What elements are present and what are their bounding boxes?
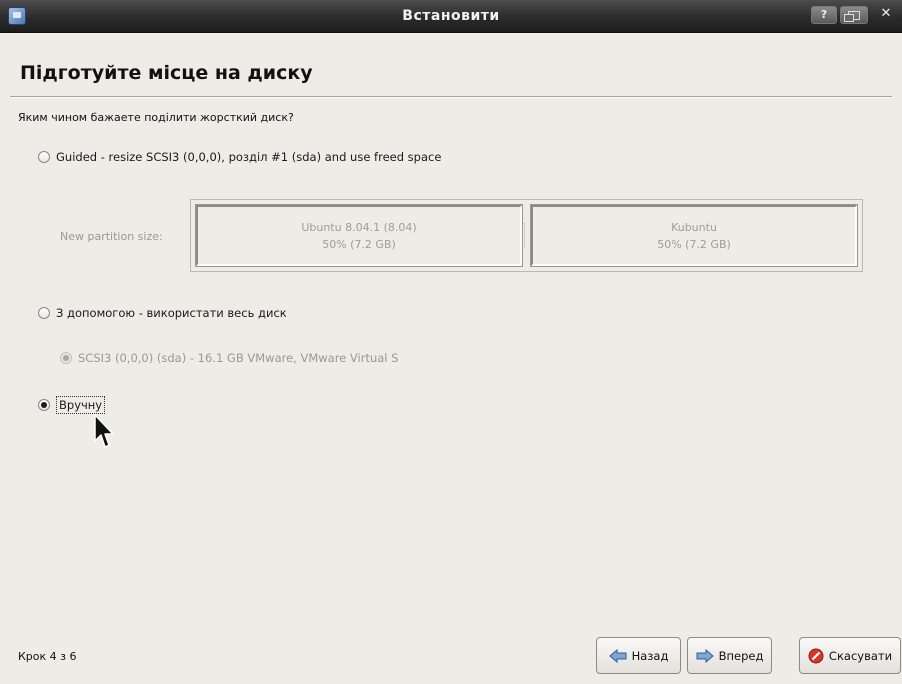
manual-option[interactable]: Вручну — [38, 396, 106, 414]
title-divider — [10, 96, 892, 98]
help-button[interactable]: ? — [811, 6, 837, 24]
guided-resize-label: Guided - resize SCSI3 (0,0,0), розділ #1… — [56, 150, 442, 164]
back-button[interactable]: Назад — [596, 637, 681, 674]
maximize-icon — [844, 11, 860, 22]
mouse-pointer-icon — [94, 414, 114, 448]
arrow-right-icon — [696, 648, 714, 663]
partition-kubuntu-size: 50% (7.2 GB) — [657, 238, 731, 251]
guided-resize-radio[interactable] — [38, 151, 50, 163]
window-title: Встановити — [402, 8, 500, 24]
maximize-button[interactable] — [840, 6, 868, 24]
forward-button-label: Вперед — [718, 648, 764, 663]
manual-label: Вручну — [56, 396, 106, 414]
partition-kubuntu-name: Kubuntu — [671, 221, 717, 234]
whole-disk-radio[interactable] — [38, 307, 50, 319]
window-titlebar: Встановити ? ✕ — [0, 0, 902, 33]
partition-ubuntu: Ubuntu 8.04.1 (8.04) 50% (7.2 GB) — [195, 204, 523, 267]
step-indicator: Крок 4 з 6 — [18, 650, 77, 663]
guided-resize-option[interactable]: Guided - resize SCSI3 (0,0,0), розділ #1… — [38, 150, 441, 164]
partition-question: Яким чином бажаете поділити жорсткий дис… — [18, 111, 294, 124]
page-title: Підготуйте місце на диску — [20, 62, 313, 84]
partition-kubuntu: Kubuntu 50% (7.2 GB) — [530, 204, 858, 267]
partition-resizer: Ubuntu 8.04.1 (8.04) 50% (7.2 GB) Kubunt… — [190, 199, 863, 272]
cancel-button[interactable]: Скасувати — [799, 637, 901, 674]
manual-radio[interactable] — [38, 399, 50, 411]
arrow-left-icon — [608, 648, 627, 663]
partition-ubuntu-size: 50% (7.2 GB) — [322, 238, 396, 251]
cancel-icon — [808, 648, 824, 664]
disk-label: SCSI3 (0,0,0) (sda) - 16.1 GB VMware, VM… — [78, 351, 399, 365]
close-button[interactable]: ✕ — [873, 6, 899, 24]
cancel-button-label: Скасувати — [828, 648, 893, 663]
forward-button[interactable]: Вперед — [687, 637, 772, 674]
partition-resize-handle[interactable] — [524, 223, 529, 247]
whole-disk-label: З допомогою - використати весь диск — [56, 306, 287, 320]
new-partition-size-label: New partition size: — [60, 230, 163, 243]
whole-disk-option[interactable]: З допомогою - використати весь диск — [38, 306, 287, 320]
back-button-label: Назад — [631, 648, 669, 663]
disk-option: SCSI3 (0,0,0) (sda) - 16.1 GB VMware, VM… — [60, 351, 398, 365]
disk-radio — [60, 352, 72, 364]
partition-ubuntu-name: Ubuntu 8.04.1 (8.04) — [301, 221, 417, 234]
